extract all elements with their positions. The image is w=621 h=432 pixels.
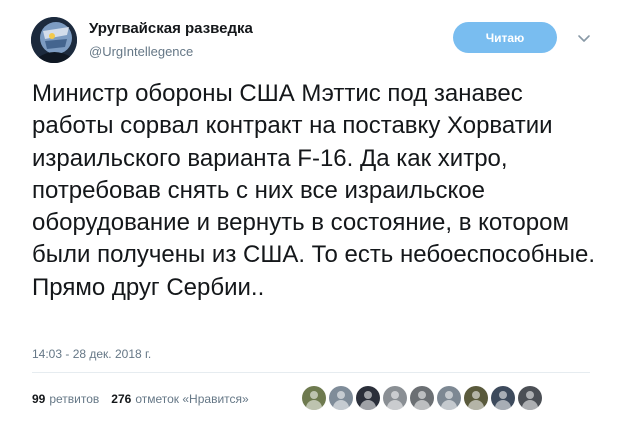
- avatar-head: [472, 391, 480, 399]
- following-button[interactable]: Читаю: [453, 22, 557, 53]
- liker-avatar[interactable]: [518, 386, 542, 410]
- avatar-torso: [468, 400, 484, 410]
- avatar-head: [364, 391, 372, 399]
- liker-avatar[interactable]: [437, 386, 461, 410]
- retweets-stat[interactable]: 99 ретвитов: [32, 392, 99, 406]
- retweets-label: ретвитов: [49, 392, 100, 406]
- liker-avatar[interactable]: [383, 386, 407, 410]
- tweet-text: Министр обороны США Мэттис под занавес р…: [32, 80, 595, 301]
- avatar-torso: [441, 400, 457, 410]
- avatar-torso: [306, 400, 322, 410]
- avatar-head: [337, 391, 345, 399]
- display-name[interactable]: Уругвайская разведка: [89, 19, 253, 39]
- likes-count: 276: [111, 392, 132, 406]
- likes-stat[interactable]: 276 отметок «Нравится»: [111, 392, 248, 406]
- user-handle[interactable]: @UrgIntellegence: [89, 43, 253, 61]
- likes-label: отметок «Нравится»: [135, 392, 249, 406]
- liker-avatar[interactable]: [410, 386, 434, 410]
- avatar-head: [526, 391, 534, 399]
- tweet-card: Уругвайская разведка @UrgIntellegence Чи…: [0, 0, 621, 432]
- retweets-count: 99: [32, 392, 46, 406]
- avatar-torso: [522, 400, 538, 410]
- user-avatar[interactable]: [31, 17, 77, 63]
- liker-avatar[interactable]: [302, 386, 326, 410]
- avatar-head: [445, 391, 453, 399]
- liker-avatar[interactable]: [356, 386, 380, 410]
- avatar-head: [391, 391, 399, 399]
- avatar-head: [499, 391, 507, 399]
- avatar-torso: [333, 400, 349, 410]
- tweet-stats: 99 ретвитов 276 отметок «Нравится»: [32, 392, 261, 406]
- liker-avatar[interactable]: [491, 386, 515, 410]
- avatar-torso: [360, 400, 376, 410]
- avatar-head: [418, 391, 426, 399]
- liker-avatar[interactable]: [464, 386, 488, 410]
- chevron-down-icon[interactable]: [576, 30, 592, 46]
- liker-avatar[interactable]: [329, 386, 353, 410]
- likers-avatars: [302, 386, 545, 410]
- divider: [32, 372, 590, 373]
- avatar-head: [310, 391, 318, 399]
- user-info: Уругвайская разведка @UrgIntellegence: [89, 19, 253, 61]
- tweet-timestamp[interactable]: 14:03 - 28 дек. 2018 г.: [32, 347, 151, 361]
- avatar-torso: [495, 400, 511, 410]
- avatar-torso: [414, 400, 430, 410]
- avatar-torso: [387, 400, 403, 410]
